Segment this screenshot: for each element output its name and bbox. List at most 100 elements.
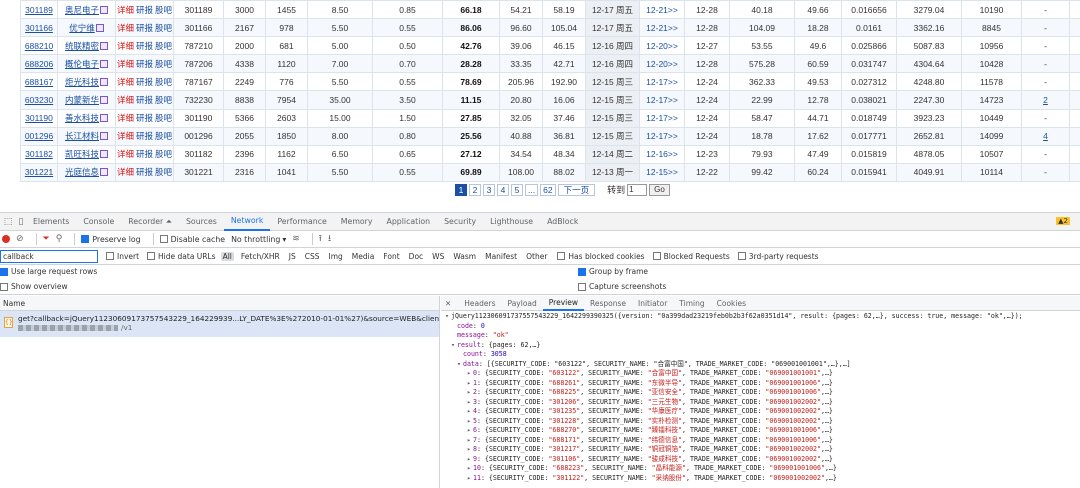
data-item-line[interactable]: ▸ 5: {SECURITY_CODE: "301228", SECURITY_N… xyxy=(445,417,1076,427)
row-link-0[interactable]: 详细 xyxy=(117,23,134,33)
stock-code-cell[interactable]: 301190 xyxy=(20,108,58,128)
page-button[interactable]: ... xyxy=(525,183,539,196)
stock-code-link[interactable]: 688167 xyxy=(25,77,53,87)
page-button[interactable]: 2 xyxy=(469,183,481,196)
data-item-line[interactable]: ▸ 4: {SECURITY_CODE: "301235", SECURITY_N… xyxy=(445,407,1076,417)
stock-name-link[interactable]: 内蒙新华 xyxy=(65,95,99,105)
blocked-cookies-checkbox[interactable]: Has blocked cookies xyxy=(557,252,645,261)
stock-code-cell[interactable]: 301221 xyxy=(20,162,58,182)
detail-tab[interactable]: Headers xyxy=(458,296,501,311)
invert-checkbox[interactable]: Invert xyxy=(106,252,139,261)
stock-name-cell[interactable]: 优宁维 xyxy=(57,18,116,38)
detail-tab[interactable]: Response xyxy=(584,296,632,311)
export-har-icon[interactable]: ⭳ xyxy=(328,231,331,247)
stock-name-link[interactable]: 长江材料 xyxy=(65,131,99,141)
row-link-1[interactable]: 研报 xyxy=(136,113,153,123)
row-link-1[interactable]: 研报 xyxy=(136,59,153,69)
devtools-tab[interactable]: Security xyxy=(437,213,483,231)
devtools-tab[interactable]: Application xyxy=(380,213,438,231)
stock-name-cell[interactable]: 善水科技 xyxy=(57,108,116,128)
stock-name-link[interactable]: 奥尼电子 xyxy=(65,5,99,15)
filter-input[interactable]: callback xyxy=(0,249,98,263)
row-link-0[interactable]: 详细 xyxy=(117,77,134,87)
row-link-2[interactable]: 股吧 xyxy=(155,113,172,123)
stock-code-link[interactable]: 301189 xyxy=(25,5,53,15)
preserve-log-checkbox[interactable]: Preserve log xyxy=(81,235,141,244)
resource-type-button[interactable]: Media xyxy=(350,252,377,261)
capture-screenshots-checkbox[interactable]: Capture screenshots xyxy=(578,282,666,291)
warnings-badge[interactable]: ▲2 xyxy=(1056,217,1070,225)
row-link-0[interactable]: 详细 xyxy=(117,113,134,123)
row-link-1[interactable]: 研报 xyxy=(136,167,153,177)
data-item-line[interactable]: ▸ 2: {SECURITY_CODE: "688225", SECURITY_N… xyxy=(445,388,1076,398)
row-link-2[interactable]: 股吧 xyxy=(155,149,172,159)
name-column-header[interactable]: Name xyxy=(0,296,439,311)
row-link-1[interactable]: 研报 xyxy=(136,23,153,33)
resource-type-button[interactable]: JS xyxy=(287,252,298,261)
preview-result-line[interactable]: ▾ result: {pages: 62,…} xyxy=(445,341,1076,351)
data-item-line[interactable]: ▸ 8: {SECURITY_CODE: "301217", SECURITY_N… xyxy=(445,445,1076,455)
row-link-2[interactable]: 股吧 xyxy=(155,23,172,33)
row-link-0[interactable]: 详细 xyxy=(117,95,134,105)
devtools-tab[interactable]: Network xyxy=(223,213,271,231)
stock-name-cell[interactable]: 炬光科技 xyxy=(57,72,116,92)
resource-type-button[interactable]: Manifest xyxy=(483,252,519,261)
stock-name-link[interactable]: 概伦电子 xyxy=(65,59,99,69)
goto-page-input[interactable]: 1 xyxy=(627,183,648,196)
resource-type-button[interactable]: Img xyxy=(327,252,345,261)
row-link-2[interactable]: 股吧 xyxy=(155,131,172,141)
row-link-0[interactable]: 详细 xyxy=(117,167,134,177)
row-link-0[interactable]: 详细 xyxy=(117,5,134,15)
preview-data-line[interactable]: ▾ data: [{SECURITY_CODE: "603122", SECURI… xyxy=(445,360,1076,370)
stock-name-cell[interactable]: 光庭信息 xyxy=(57,162,116,182)
stock-name-link[interactable]: 炬光科技 xyxy=(65,77,99,87)
row-link-1[interactable]: 研报 xyxy=(136,77,153,87)
devtools-tab[interactable]: Memory xyxy=(334,213,380,231)
stock-name-link[interactable]: 凯旺科技 xyxy=(65,149,99,159)
third-party-checkbox[interactable]: 3rd-party requests xyxy=(737,252,819,261)
row-link-1[interactable]: 研报 xyxy=(136,95,153,105)
row-link-1[interactable]: 研报 xyxy=(136,5,153,15)
detail-tab[interactable]: Initiator xyxy=(632,296,673,311)
detail-tab[interactable]: Cookies xyxy=(711,296,752,311)
data-item-line[interactable]: ▸ 11: {SECURITY_CODE: "301122", SECURITY_… xyxy=(445,474,1076,484)
close-icon[interactable]: ✕ xyxy=(445,299,451,308)
stock-code-link[interactable]: 688206 xyxy=(25,59,53,69)
stock-code-link[interactable]: 301182 xyxy=(25,149,53,159)
detail-tab[interactable]: Timing xyxy=(673,296,710,311)
stock-name-cell[interactable]: 奥尼电子 xyxy=(57,0,116,20)
detail-tab[interactable]: Preview xyxy=(542,296,584,311)
stock-name-link[interactable]: 善水科技 xyxy=(65,113,99,123)
devtools-tab[interactable]: Performance xyxy=(270,213,333,231)
stock-name-cell[interactable]: 统联精密 xyxy=(57,36,116,56)
next-page-button[interactable]: 下一页 xyxy=(557,183,596,196)
large-rows-checkbox[interactable]: Use large request rows xyxy=(0,267,97,276)
stock-code-cell[interactable]: 603230 xyxy=(20,90,58,110)
data-item-line[interactable]: ▸ 10: {SECURITY_CODE: "688223", SECURITY_… xyxy=(445,464,1076,474)
devtools-tab[interactable]: Elements xyxy=(26,213,76,231)
devtools-tab[interactable]: Console xyxy=(76,213,121,231)
stock-code-cell[interactable]: 301189 xyxy=(20,0,58,20)
data-item-line[interactable]: ▸ 7: {SECURITY_CODE: "688171", SECURITY_N… xyxy=(445,436,1076,446)
row-link-2[interactable]: 股吧 xyxy=(155,167,172,177)
resource-type-button[interactable]: All xyxy=(220,251,234,261)
stock-code-link[interactable]: 688210 xyxy=(25,41,53,51)
request-row[interactable]: {} get?callback=jQuery112306091737575432… xyxy=(0,311,439,337)
row-link-1[interactable]: 研报 xyxy=(136,149,153,159)
page-button[interactable]: 1 xyxy=(455,183,467,196)
resource-type-button[interactable]: Wasm xyxy=(451,252,478,261)
go-button[interactable]: Go xyxy=(649,183,670,196)
stock-code-cell[interactable]: 301166 xyxy=(20,18,58,38)
data-item-line[interactable]: ▸ 3: {SECURITY_CODE: "301206", SECURITY_N… xyxy=(445,398,1076,408)
devtools-tab[interactable]: AdBlock xyxy=(540,213,585,231)
stock-name-cell[interactable]: 凯旺科技 xyxy=(57,144,116,164)
detail-tab[interactable]: Payload xyxy=(502,296,543,311)
page-button[interactable]: 3 xyxy=(483,183,495,196)
stock-code-cell[interactable]: 688167 xyxy=(20,72,58,92)
row-link-0[interactable]: 详细 xyxy=(117,149,134,159)
stock-code-link[interactable]: 001296 xyxy=(25,131,53,141)
data-item-line[interactable]: ▸ 1: {SECURITY_CODE: "688261", SECURITY_N… xyxy=(445,379,1076,389)
disable-cache-checkbox[interactable]: Disable cache xyxy=(159,235,225,244)
search-icon[interactable]: ⚲ xyxy=(56,234,63,244)
network-conditions-icon[interactable]: ≋ xyxy=(292,234,300,244)
